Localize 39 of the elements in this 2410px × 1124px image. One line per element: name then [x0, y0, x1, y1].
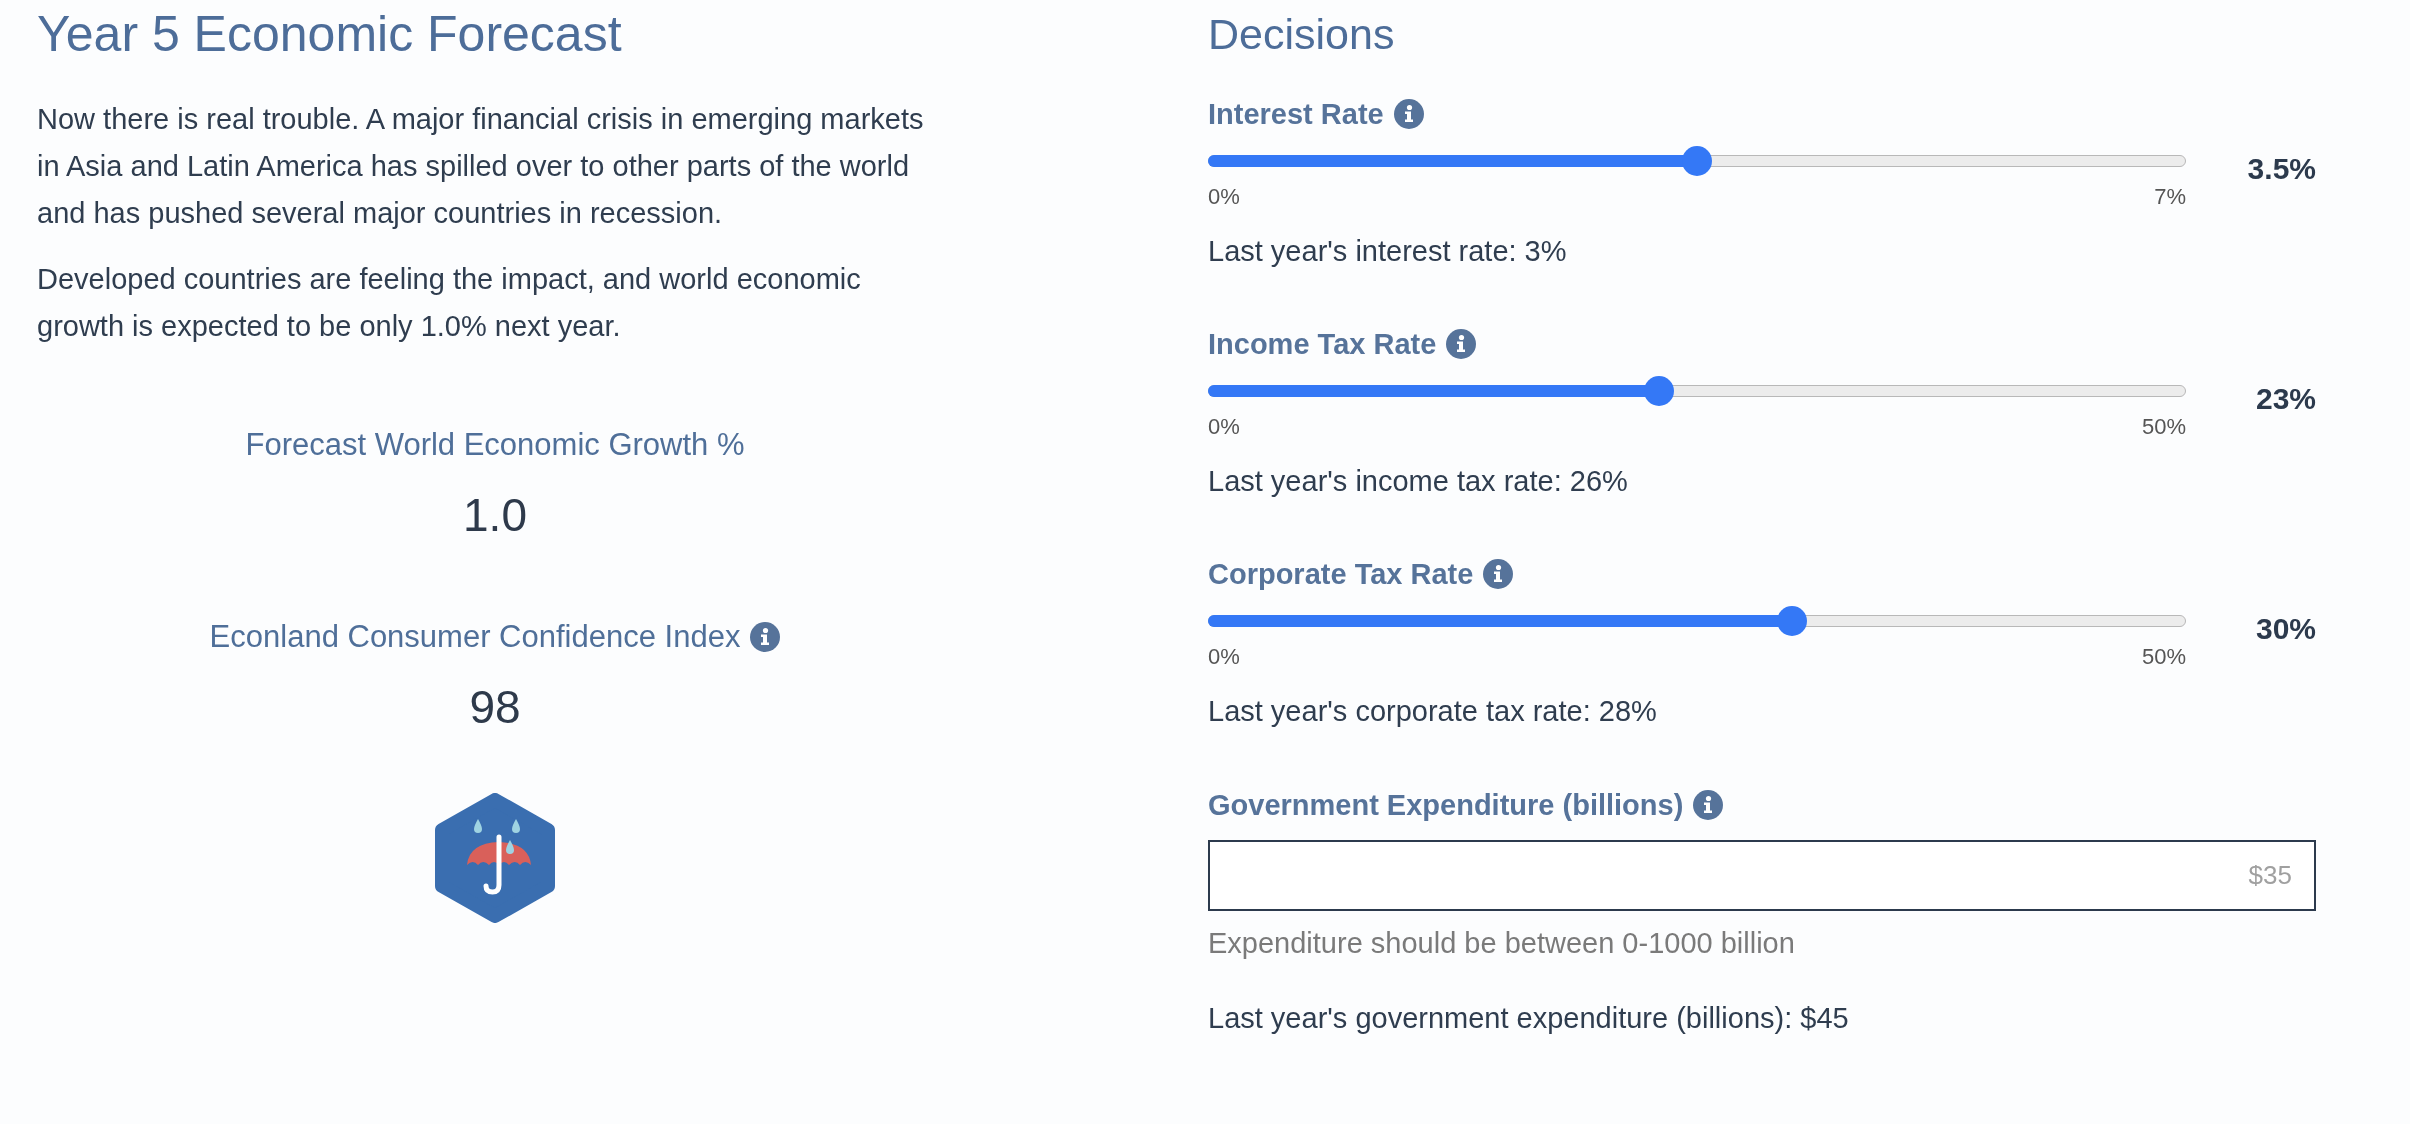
slider-value: 23%	[2254, 381, 2316, 417]
slider-max-label: 7%	[2154, 184, 2186, 210]
expenditure-hint: Expenditure should be between 0-1000 billion	[1208, 926, 1796, 961]
expenditure-input[interactable]: $35	[1208, 840, 2316, 911]
slider-max-label: 50%	[2141, 644, 2186, 670]
slider-value: 3.5%	[2246, 151, 2316, 187]
info-icon[interactable]	[750, 622, 781, 652]
slider-min-label: 0%	[1208, 184, 1240, 210]
slider-track[interactable]	[1208, 606, 2186, 636]
metric-value: 98	[468, 680, 522, 735]
forecast-paragraph: Now there is real trouble. A major financial crisis in emerging markets in Asia and Latin America has spilled over to other parts of the world and has pushed several major countries in recession.	[37, 102, 925, 231]
slider-thumb[interactable]	[1776, 606, 1807, 636]
last-year-note: Last year's interest rate: 3%	[1208, 234, 1568, 269]
metric-label: Forecast World Economic Growth %	[245, 426, 745, 464]
last-year-note: Last year's government expenditure (billions): $45	[1208, 1001, 1850, 1036]
info-icon[interactable]	[1446, 329, 1477, 359]
slider-track[interactable]	[1208, 376, 2186, 406]
slider-thumb[interactable]	[1682, 146, 1712, 176]
slider-min-label: 0%	[1208, 414, 1240, 440]
slider-track[interactable]	[1208, 146, 2186, 176]
metric-label: Econland Consumer Confidence Index	[209, 618, 741, 656]
forecast-paragraph: Developed countries are feeling the impact, and world economic growth is expected to be only 1.0% next year.	[37, 262, 862, 344]
umbrella-rain-icon	[435, 793, 555, 923]
slider-value: 30%	[2254, 611, 2316, 647]
field-label: Income Tax Rate	[1208, 327, 1437, 362]
last-year-note: Last year's corporate tax rate: 28%	[1208, 694, 1658, 729]
field-label: Corporate Tax Rate	[1208, 557, 1474, 592]
forecast-title: Year 5 Economic Forecast	[37, 5, 623, 64]
info-icon[interactable]	[1393, 99, 1424, 129]
slider-max-label: 50%	[2141, 414, 2186, 440]
field-label: Government Expenditure (billions)	[1208, 788, 1684, 823]
field-label: Interest Rate	[1208, 97, 1384, 132]
decisions-title: Decisions	[1208, 9, 1396, 60]
metric-value: 1.0	[462, 488, 528, 543]
info-icon[interactable]	[1693, 790, 1724, 820]
last-year-note: Last year's income tax rate: 26%	[1208, 464, 1629, 499]
slider-thumb[interactable]	[1644, 376, 1675, 406]
slider-min-label: 0%	[1208, 644, 1240, 670]
info-icon[interactable]	[1483, 559, 1514, 589]
